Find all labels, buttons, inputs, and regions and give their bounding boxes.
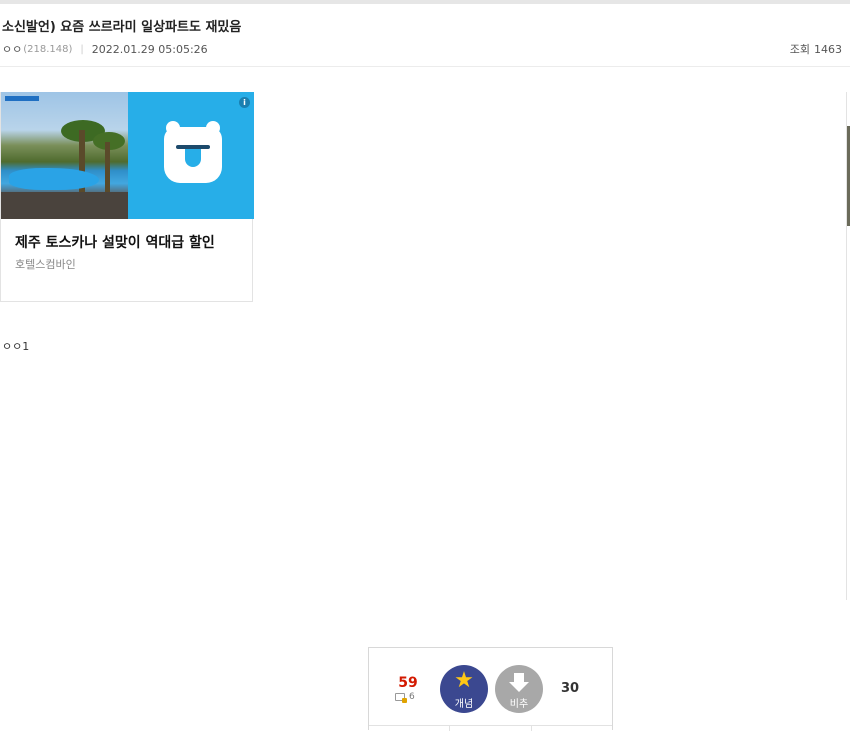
view-count-value: 1463 [814, 43, 842, 56]
author-nickname[interactable]: ㅇㅇ [2, 41, 22, 57]
post-body: ㅇㅇ1 [2, 340, 30, 353]
recommend-divider [531, 725, 532, 731]
author-ip: (218.148) [23, 43, 73, 55]
post-date: 2022.01.29 05:05:26 [91, 42, 208, 56]
ad-info-icon[interactable]: i [239, 97, 250, 108]
side-ad-edge [846, 92, 850, 600]
ad-brand-panel[interactable]: i [128, 92, 254, 219]
ad-hotel-image[interactable] [1, 92, 128, 219]
recommend-box: 59 6 ★ 개념 비추 30 [368, 647, 613, 731]
upvote-button[interactable]: ★ 개념 [440, 665, 488, 713]
fixed-upvote-count: 6 [409, 692, 415, 702]
downvote-label: 비추 [509, 699, 529, 710]
downvote-button[interactable]: 비추 [495, 665, 543, 713]
fixed-upvote-row: 6 [395, 692, 415, 703]
upvote-label: 개념 [454, 699, 474, 710]
fixed-upvote-icon [395, 693, 407, 703]
top-border [0, 0, 850, 4]
meta-separator: | [80, 43, 84, 55]
ad-hotel-logo [5, 96, 39, 101]
ad-title[interactable]: 제주 토스카나 설맞이 역대급 할인 [15, 232, 215, 252]
star-icon: ★ [454, 668, 474, 693]
view-count-label: 조회 [789, 43, 810, 56]
ad-advertiser: 호텔스컴바인 [15, 258, 76, 271]
recommend-divider [369, 725, 612, 726]
bear-nose [185, 149, 201, 167]
downvote-count: 30 [561, 681, 580, 696]
bear-ear [166, 121, 180, 135]
upvote-count: 59 [398, 675, 418, 691]
view-count: 조회 1463 [790, 41, 842, 57]
post-meta: ㅇㅇ (218.148) | 2022.01.29 05:05:26 [2, 41, 208, 57]
recommend-divider [449, 725, 450, 731]
header-divider [0, 66, 850, 67]
down-arrow-head [509, 682, 529, 692]
post-title: 소신발언) 요즘 쓰르라미 일상파트도 재밌음 [2, 20, 242, 35]
pool-shape [9, 168, 99, 190]
bear-ear [206, 121, 220, 135]
pool-deck [1, 192, 128, 219]
ad-card[interactable]: i 제주 토스카나 설맞이 역대급 할인 호텔스컴바인 [0, 92, 254, 302]
bear-logo-icon [164, 121, 222, 183]
